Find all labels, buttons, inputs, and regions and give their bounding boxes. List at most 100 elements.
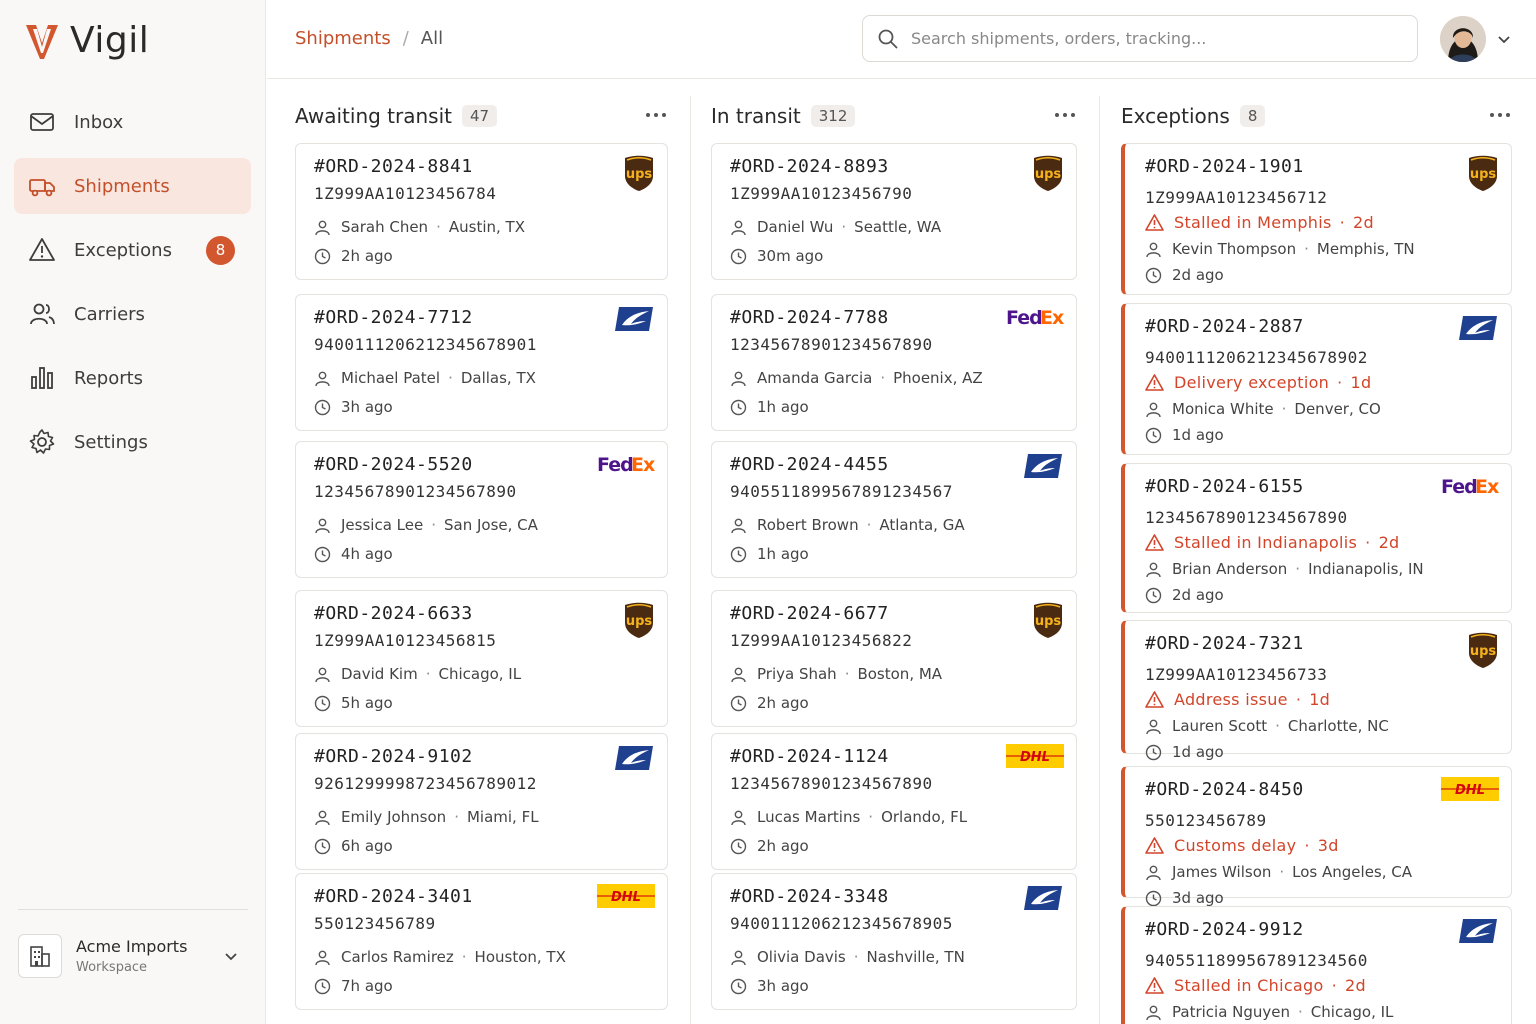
updated-time: 2h ago xyxy=(757,837,809,855)
sidebar-item-reports[interactable]: Reports xyxy=(14,350,251,406)
recipient-location: Los Angeles, CA xyxy=(1292,863,1413,881)
order-number[interactable]: #ORD-2024-9102 xyxy=(314,746,473,767)
alert-text: Stalled in Indianapolis xyxy=(1174,533,1358,552)
shipment-card[interactable]: #ORD-2024-6633 1Z999AA10123456815 David Ki… xyxy=(295,590,668,727)
shipment-card[interactable]: #ORD-2024-1124 12345678901234567890 Lucas … xyxy=(711,733,1077,870)
recipient-name: Lucas Martins xyxy=(757,808,861,826)
time-row: 7h ago xyxy=(314,977,393,995)
app-name: Vigil xyxy=(70,20,150,61)
breadcrumb-shipments-link[interactable]: Shipments xyxy=(295,28,391,49)
clock-icon xyxy=(730,399,747,415)
shipment-card[interactable]: #ORD-2024-3401 550123456789 Carlos Ramirez… xyxy=(295,873,668,1010)
recipient-row: Emily Johnson · Miami, FL xyxy=(314,808,539,826)
order-number[interactable]: #ORD-2024-1901 xyxy=(1145,156,1304,177)
shipment-card[interactable]: #ORD-2024-8893 1Z999AA10123456790 Daniel W… xyxy=(711,143,1077,280)
sidebar-item-inbox[interactable]: Inbox xyxy=(14,94,251,150)
order-number[interactable]: #ORD-2024-4455 xyxy=(730,454,889,475)
workspace-switcher[interactable]: Acme Imports Workspace xyxy=(18,928,248,984)
app-logo[interactable]: Vigil xyxy=(24,20,149,61)
person-icon xyxy=(315,371,330,386)
recipient-location: Miami, FL xyxy=(466,808,539,826)
sidebar-item-shipments[interactable]: Shipments xyxy=(14,158,251,214)
person-icon xyxy=(1146,402,1161,417)
person-icon xyxy=(731,810,746,825)
order-number[interactable]: #ORD-2024-6677 xyxy=(730,603,889,624)
column-in-transit: In transit 312 #ORD-2024-8893 1Z999AA1012… xyxy=(711,80,1077,1024)
clock-icon xyxy=(730,695,747,711)
time-row: 2d ago xyxy=(1145,266,1224,284)
order-number[interactable]: #ORD-2024-9912 xyxy=(1145,919,1304,940)
search-input[interactable] xyxy=(911,29,1391,48)
shipment-card[interactable]: #ORD-2024-3348 9400111206212345678905 Oliv… xyxy=(711,873,1077,1010)
recipient-location: Austin, TX xyxy=(448,218,525,236)
column-header: In transit 312 xyxy=(711,100,1077,132)
order-number[interactable]: #ORD-2024-1124 xyxy=(730,746,889,767)
more-options-icon[interactable] xyxy=(1490,113,1512,119)
ups-logo-icon: ups xyxy=(625,155,653,191)
order-number[interactable]: #ORD-2024-7321 xyxy=(1145,633,1304,654)
column-count-badge: 312 xyxy=(810,105,856,127)
time-row: 5h ago xyxy=(314,694,393,712)
user-menu-chevron-icon[interactable] xyxy=(1495,30,1513,48)
updated-time: 3h ago xyxy=(757,977,809,995)
carrier-logo-usps xyxy=(615,305,655,337)
recipient-row: James Wilson · Los Angeles, CA xyxy=(1145,863,1412,881)
person-icon xyxy=(731,518,746,533)
clock-icon xyxy=(730,546,747,562)
sidebar-item-exceptions[interactable]: Exceptions 8 xyxy=(14,222,251,278)
order-number[interactable]: #ORD-2024-7712 xyxy=(314,307,473,328)
dhl-logo-text: DHL xyxy=(1020,750,1050,765)
carrier-logo-ups: ups xyxy=(623,601,655,643)
person-icon xyxy=(315,950,330,965)
order-number[interactable]: #ORD-2024-6633 xyxy=(314,603,473,624)
order-number[interactable]: #ORD-2024-6155 xyxy=(1145,476,1304,497)
more-options-icon[interactable] xyxy=(1055,113,1077,119)
shipment-card[interactable]: #ORD-2024-5520 12345678901234567890 Jessic… xyxy=(295,441,668,578)
order-number[interactable]: #ORD-2024-3401 xyxy=(314,886,473,907)
recipient-location: Chicago, IL xyxy=(1310,1003,1394,1021)
shipment-card[interactable]: #ORD-2024-2887 9400111206212345678902 Deli… xyxy=(1121,303,1512,455)
shipment-card[interactable]: #ORD-2024-9102 9261299998723456789012 Emil… xyxy=(295,733,668,870)
search-box[interactable] xyxy=(862,15,1418,62)
shipment-card[interactable]: #ORD-2024-6155 12345678901234567890 Stalle… xyxy=(1121,463,1512,613)
recipient-row: Amanda Garcia · Phoenix, AZ xyxy=(730,369,983,387)
more-options-icon[interactable] xyxy=(646,113,668,119)
dhl-logo-text: DHL xyxy=(1455,783,1485,798)
shipment-card[interactable]: #ORD-2024-7321 1Z999AA10123456733 Address … xyxy=(1121,620,1512,761)
alert-text: Stalled in Memphis xyxy=(1174,213,1332,232)
chevron-down-icon[interactable] xyxy=(222,947,240,965)
sidebar: Vigil Inbox Shipments Exceptions 8 Carri… xyxy=(0,0,266,1024)
user-avatar[interactable] xyxy=(1440,16,1486,62)
updated-time: 2d ago xyxy=(1172,266,1224,284)
search-icon xyxy=(878,29,898,49)
order-number[interactable]: #ORD-2024-5520 xyxy=(314,454,473,475)
recipient-name: David Kim xyxy=(341,665,418,683)
shipment-card[interactable]: #ORD-2024-8450 550123456789 Customs delay ·… xyxy=(1121,766,1512,907)
order-number[interactable]: #ORD-2024-2887 xyxy=(1145,316,1304,337)
order-number[interactable]: #ORD-2024-7788 xyxy=(730,307,889,328)
shipment-card[interactable]: #ORD-2024-8841 1Z999AA10123456784 Sarah Ch… xyxy=(295,143,668,280)
column-header: Exceptions 8 xyxy=(1121,100,1512,132)
shipment-card[interactable]: #ORD-2024-7712 9400111206212345678901 Mich… xyxy=(295,294,668,431)
clock-icon xyxy=(1145,427,1162,443)
shipment-card[interactable]: #ORD-2024-1901 1Z999AA10123456712 Stalled … xyxy=(1121,143,1512,295)
shipment-card[interactable]: #ORD-2024-4455 9405511899567891234567 Robe… xyxy=(711,441,1077,578)
tracking-number: 1Z999AA10123456790 xyxy=(730,184,913,203)
shipment-card[interactable]: #ORD-2024-6677 1Z999AA10123456822 Priya Sh… xyxy=(711,590,1077,727)
sidebar-item-settings[interactable]: Settings xyxy=(14,414,251,470)
shipment-card[interactable]: #ORD-2024-7788 12345678901234567890 Amanda… xyxy=(711,294,1077,431)
usps-eagle-logo-icon xyxy=(1024,886,1062,910)
order-number[interactable]: #ORD-2024-8841 xyxy=(314,156,473,177)
time-row: 3d ago xyxy=(1145,889,1224,907)
order-number[interactable]: #ORD-2024-8893 xyxy=(730,156,889,177)
sidebar-item-carriers[interactable]: Carriers xyxy=(14,286,251,342)
order-number[interactable]: #ORD-2024-8450 xyxy=(1145,779,1304,800)
order-number[interactable]: #ORD-2024-3348 xyxy=(730,886,889,907)
shipment-card[interactable]: #ORD-2024-9912 9405511899567891234560 Stal… xyxy=(1121,906,1512,1024)
updated-time: 2d ago xyxy=(1172,586,1224,604)
recipient-location: Chicago, IL xyxy=(438,665,522,683)
workspace-label: Workspace xyxy=(76,960,148,975)
alert-age: 3d xyxy=(1317,836,1339,855)
updated-time: 4h ago xyxy=(341,545,393,563)
breadcrumb-separator: / xyxy=(402,28,409,49)
